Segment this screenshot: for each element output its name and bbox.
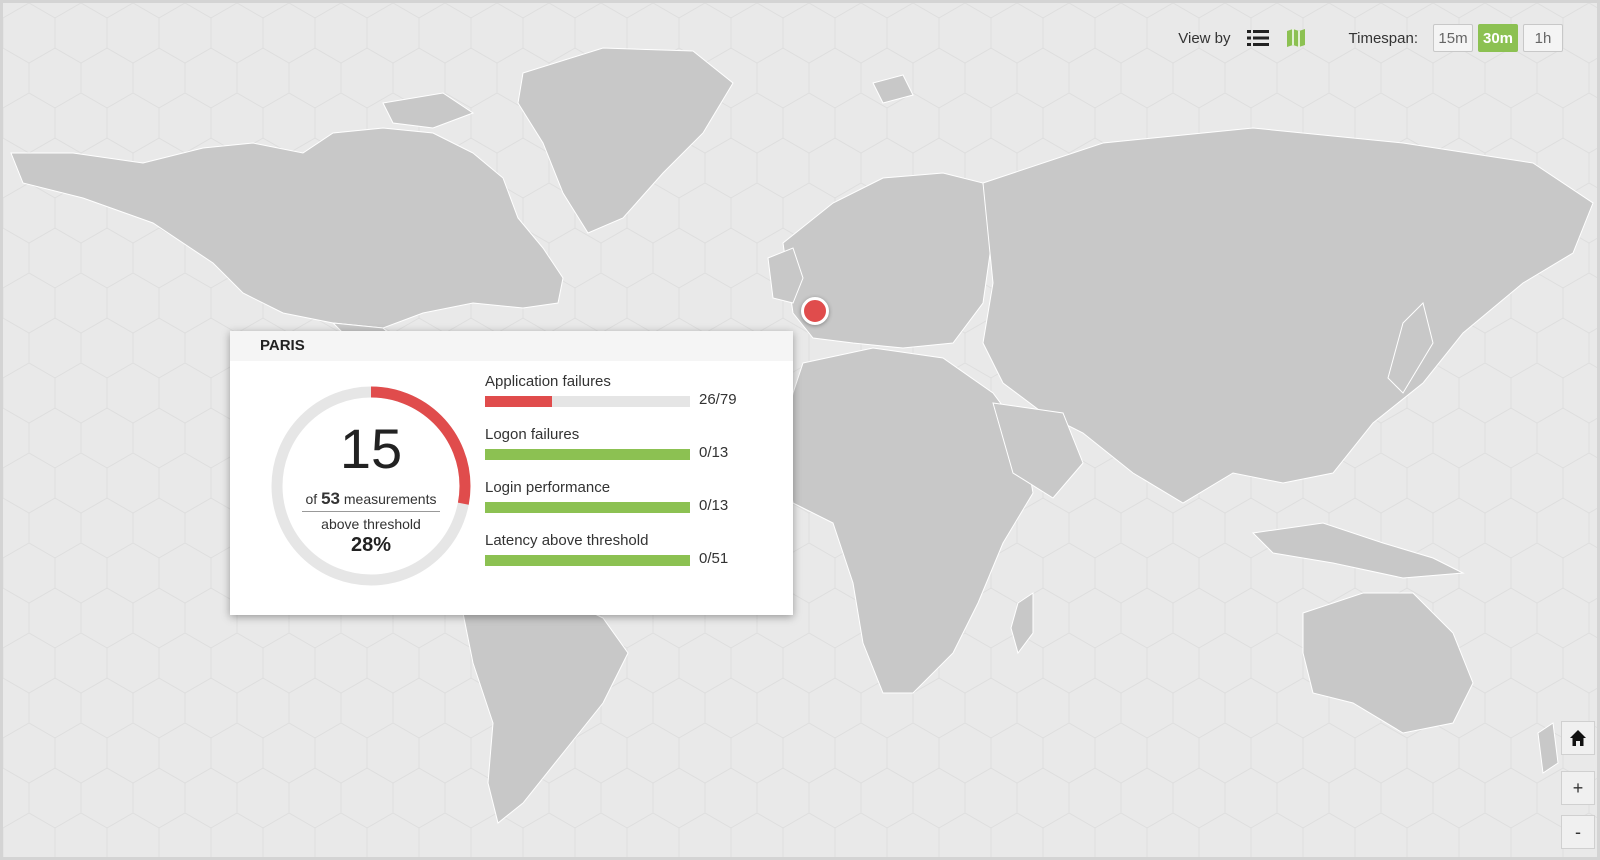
metric-bar-fill	[485, 555, 690, 566]
zoom-in-button[interactable]: +	[1561, 771, 1595, 805]
location-popup: PARIS 15 of 53 measurements above thresh…	[230, 331, 793, 615]
metric-name: Logon failures	[485, 426, 580, 443]
metric-latency-above-threshold: Latency above threshold 0/51	[485, 532, 785, 567]
popup-title: PARIS	[230, 331, 793, 361]
metric-bar-track	[485, 502, 690, 513]
metric-bar-fill	[485, 396, 553, 407]
metric-bar-track	[485, 449, 690, 460]
map-view[interactable]: View by Timespan: 15m 30m 1h PARIS 15 of…	[0, 0, 1600, 860]
metric-logon-failures: Logon failures 0/13	[485, 426, 785, 461]
gauge-of-text: of 53 measurements	[266, 489, 476, 509]
zoom-out-button[interactable]: -	[1561, 815, 1595, 849]
metric-bar-fill	[485, 449, 690, 460]
list-icon[interactable]	[1243, 23, 1273, 53]
gauge-count: 15	[339, 417, 403, 480]
gauge-above-label: above threshold	[321, 516, 421, 532]
metric-value: 26/79	[699, 391, 737, 408]
metric-value: 0/13	[699, 444, 729, 461]
location-marker-paris[interactable]	[801, 297, 829, 325]
gauge-total-suffix: measurements	[343, 491, 437, 507]
map-icon[interactable]	[1281, 23, 1311, 53]
metric-login-performance: Login performance 0/13	[485, 479, 785, 514]
home-button[interactable]	[1561, 721, 1595, 755]
metric-name: Latency above threshold	[485, 532, 649, 549]
view-by-label: View by	[1178, 29, 1231, 47]
toolbar: View by Timespan: 15m 30m 1h	[1178, 23, 1563, 53]
metric-application-failures: Application failures 26/79	[485, 373, 785, 408]
gauge-percent: 28%	[350, 534, 392, 556]
home-icon	[1570, 730, 1586, 746]
metric-bar-track	[485, 396, 690, 407]
timespan-label: Timespan:	[1348, 29, 1418, 47]
gauge-divider	[302, 511, 440, 512]
threshold-gauge: 15 of 53 measurements above threshold 28…	[266, 381, 476, 591]
metric-value: 0/13	[699, 497, 729, 514]
timespan-15m-button[interactable]: 15m	[1433, 24, 1473, 52]
timespan-1h-button[interactable]: 1h	[1523, 24, 1563, 52]
metric-name: Login performance	[485, 479, 611, 496]
gauge-total: 53	[321, 489, 340, 508]
gauge-of-prefix: of	[305, 491, 318, 507]
metric-value: 0/51	[699, 550, 729, 567]
metric-name: Application failures	[485, 373, 611, 390]
metric-bar-fill	[485, 502, 690, 513]
metric-bar-track	[485, 555, 690, 566]
timespan-30m-button[interactable]: 30m	[1478, 24, 1518, 52]
